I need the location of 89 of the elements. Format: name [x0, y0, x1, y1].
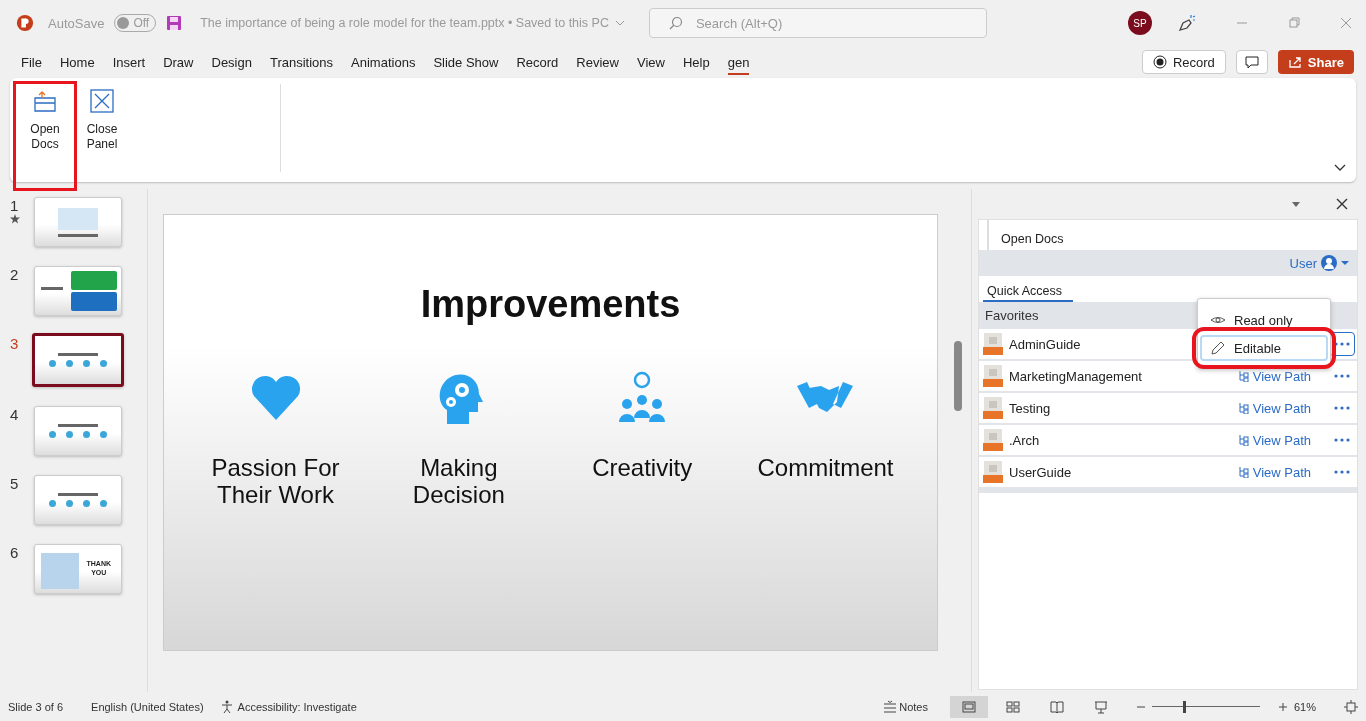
accessibility-status[interactable]: Accessibility: Investigate	[219, 699, 357, 714]
presentation-file-icon	[983, 461, 1003, 483]
slide-title: Improvements	[420, 283, 681, 326]
menu-tab[interactable]: Slide Show	[424, 48, 508, 76]
chevron-down-icon[interactable]	[1334, 164, 1346, 172]
tree-icon	[1237, 466, 1250, 478]
normal-view-icon	[961, 699, 976, 714]
zoom-slider-thumb[interactable]	[1183, 700, 1187, 713]
menu-tab[interactable]: Animations	[342, 48, 425, 76]
file-name[interactable]: AdminGuide	[1009, 336, 1081, 352]
menu-tab[interactable]: Insert	[103, 48, 155, 76]
slide-number: 2	[10, 266, 20, 283]
accessibility-icon	[219, 699, 234, 714]
presentation-file-icon	[983, 365, 1003, 387]
record-icon	[1152, 55, 1167, 69]
more-icon	[1334, 342, 1350, 346]
ribbon-button[interactable]: Open Docs	[16, 84, 74, 188]
menu-tab[interactable]: Help	[673, 48, 719, 76]
tree-icon	[1237, 402, 1250, 414]
menu-tab[interactable]: Home	[50, 48, 104, 76]
close-icon[interactable]	[1336, 198, 1348, 210]
share-button[interactable]: Share	[1277, 50, 1354, 74]
caret-icon	[1341, 259, 1349, 267]
grid-icon	[1005, 699, 1020, 714]
slide-thumbnail[interactable]	[32, 333, 124, 387]
pen-sparkle-icon[interactable]	[1176, 13, 1196, 33]
slide-text: Passion For Their Work	[211, 454, 340, 508]
slide-number: 3	[10, 335, 20, 352]
slide-text: Commitment	[757, 454, 894, 481]
zoom-in-icon[interactable]	[1277, 701, 1288, 712]
slide-number: 1	[10, 197, 20, 214]
menu-tab[interactable]: Review	[567, 48, 628, 76]
search-field[interactable]: Search (Alt+Q)	[648, 8, 987, 38]
search-icon	[668, 16, 683, 30]
save-icon[interactable]	[166, 15, 183, 31]
menu-tab[interactable]: File	[12, 48, 51, 76]
pencil-icon	[1210, 340, 1226, 356]
view-path-link[interactable]: View Path	[1237, 368, 1311, 384]
menu-tab[interactable]: View	[628, 48, 674, 76]
presentation-file-icon	[983, 429, 1003, 451]
scrollbar-thumb[interactable]	[954, 341, 962, 411]
document-title: The importance of being a role model for the team.pptx • Saved to this PC	[200, 16, 609, 30]
more-icon	[1334, 470, 1350, 474]
user-menu-button[interactable]: User	[1289, 255, 1349, 271]
ribbon-button[interactable]: Close Panel	[74, 84, 130, 156]
star-icon	[10, 214, 20, 224]
projector-icon	[1093, 699, 1108, 714]
slide-number: 5	[10, 475, 20, 492]
eye-icon	[1210, 316, 1226, 324]
slide-text: Creativity	[592, 454, 693, 481]
more-icon	[1334, 374, 1350, 378]
menu-tab[interactable]: Transitions	[260, 48, 343, 76]
menu-tab[interactable]: Draw	[154, 48, 203, 76]
file-name[interactable]: Testing	[1009, 400, 1051, 416]
share-icon	[1287, 55, 1302, 69]
fit-to-window-icon[interactable]	[1344, 699, 1358, 714]
notes-icon	[883, 699, 898, 714]
presentation-file-icon	[983, 333, 1003, 355]
tree-icon	[1237, 434, 1250, 446]
record-button[interactable]: Record	[1141, 50, 1226, 74]
slide-text: Making Decision	[412, 454, 505, 508]
user-avatar[interactable]: SP	[1128, 11, 1152, 35]
more-icon	[1334, 438, 1350, 442]
autosave-label: AutoSave	[48, 15, 105, 31]
view-path-link[interactable]: View Path	[1237, 400, 1311, 416]
book-icon	[1049, 699, 1064, 714]
app-logo-icon	[16, 14, 34, 32]
menu-tab[interactable]: gen	[718, 48, 759, 76]
file-name[interactable]: .Arch	[1009, 432, 1040, 448]
presentation-file-icon	[983, 397, 1003, 419]
comments-button[interactable]	[1235, 50, 1268, 74]
comment-icon	[1244, 55, 1259, 69]
file-name[interactable]: UserGuide	[1009, 464, 1072, 480]
more-icon	[1334, 406, 1350, 410]
view-path-link[interactable]: View Path	[1237, 464, 1311, 480]
file-name[interactable]: MarketingManagement	[1009, 368, 1142, 384]
language-status[interactable]: English (United States)	[91, 700, 204, 713]
tree-icon	[1237, 370, 1250, 382]
notes-button[interactable]: Notes	[883, 699, 928, 714]
view-button[interactable]	[949, 695, 988, 718]
slide-number: 4	[10, 406, 20, 423]
user-icon	[1321, 255, 1337, 271]
menu-tab[interactable]: Design	[202, 48, 261, 76]
close-box-icon	[89, 88, 115, 114]
zoom-level[interactable]: 61%	[1293, 700, 1316, 713]
menu-tab[interactable]: Record	[507, 48, 568, 76]
view-path-link[interactable]: View Path	[1237, 432, 1311, 448]
slide-number: 6	[10, 544, 20, 561]
slide-counter: Slide 3 of 6	[8, 700, 64, 713]
